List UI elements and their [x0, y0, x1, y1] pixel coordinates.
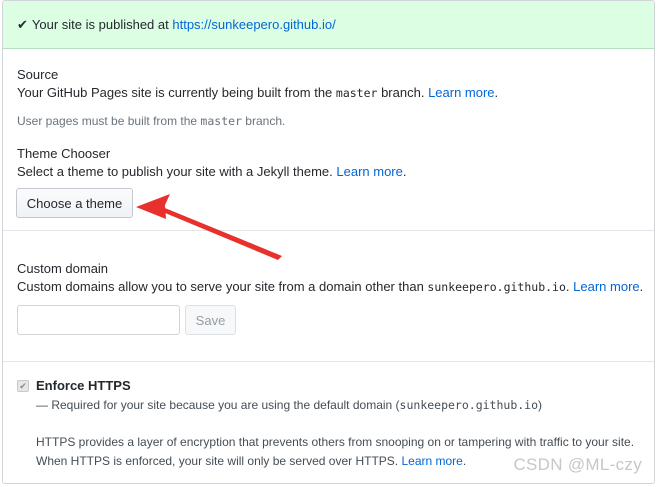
custom-domain-learn-more-link[interactable]: Learn more: [573, 279, 639, 294]
https-note-suffix: ): [538, 398, 543, 412]
source-note: User pages must be built from the master…: [17, 114, 285, 128]
check-icon: ✔: [17, 16, 28, 32]
https-paragraph-2: When HTTPS is enforced, your site will o…: [36, 454, 466, 468]
source-note-branch: master: [200, 114, 242, 128]
source-note-prefix: User pages must be built from the: [17, 114, 201, 128]
custom-domain-desc-prefix: Custom domains allow you to serve your s…: [17, 279, 428, 294]
source-section: Source Your GitHub Pages site is current…: [3, 49, 654, 231]
published-flash-banner: ✔ Your site is published at https://sunk…: [3, 1, 654, 49]
source-desc-prefix: Your GitHub Pages site is currently bein…: [17, 85, 336, 100]
custom-domain-period: .: [639, 279, 644, 294]
source-period: .: [494, 85, 499, 100]
custom-domain-default: sunkeepero.github.io: [427, 280, 566, 294]
source-description: Your GitHub Pages site is currently bein…: [17, 85, 498, 100]
https-note-domain: sunkeepero.github.io: [399, 398, 539, 412]
published-text: Your site is published at: [31, 17, 169, 32]
https-period: .: [462, 454, 467, 468]
custom-domain-section: Custom domain Custom domains allow you t…: [3, 232, 654, 362]
site-url-link[interactable]: https://sunkeepero.github.io/: [172, 17, 335, 32]
theme-learn-more-link[interactable]: Learn more: [336, 164, 402, 179]
theme-chooser-heading: Theme Chooser: [17, 146, 111, 161]
custom-domain-heading: Custom domain: [17, 261, 109, 276]
choose-theme-button[interactable]: Choose a theme: [16, 188, 133, 218]
https-note-prefix: — Required for your site because you are…: [36, 398, 400, 412]
custom-domain-desc-suffix: .: [565, 279, 570, 294]
theme-description: Select a theme to publish your site with…: [17, 164, 407, 179]
csdn-watermark: CSDN @ML-czy: [513, 455, 642, 474]
source-branch: master: [335, 86, 378, 100]
https-required-note: — Required for your site because you are…: [36, 398, 542, 412]
source-learn-more-link[interactable]: Learn more: [428, 85, 494, 100]
source-heading: Source: [17, 67, 59, 82]
theme-period: .: [402, 164, 407, 179]
custom-domain-input[interactable]: [17, 305, 180, 335]
enforce-https-label: Enforce HTTPS: [36, 378, 131, 393]
github-pages-settings-panel: ✔ Your site is published at https://sunk…: [2, 0, 655, 484]
https-paragraph-1: HTTPS provides a layer of encryption tha…: [36, 435, 635, 449]
source-desc-suffix: branch.: [377, 85, 425, 100]
save-button[interactable]: Save: [185, 305, 236, 335]
checkbox-check-icon: ✔: [19, 380, 27, 391]
https-learn-more-link[interactable]: Learn more: [401, 454, 462, 468]
https-para2-text: When HTTPS is enforced, your site will o…: [36, 454, 399, 468]
source-note-suffix: branch.: [241, 114, 286, 128]
enforce-https-checkbox[interactable]: ✔: [17, 380, 29, 392]
custom-domain-description: Custom domains allow you to serve your s…: [17, 279, 643, 294]
theme-desc-text: Select a theme to publish your site with…: [17, 164, 333, 179]
